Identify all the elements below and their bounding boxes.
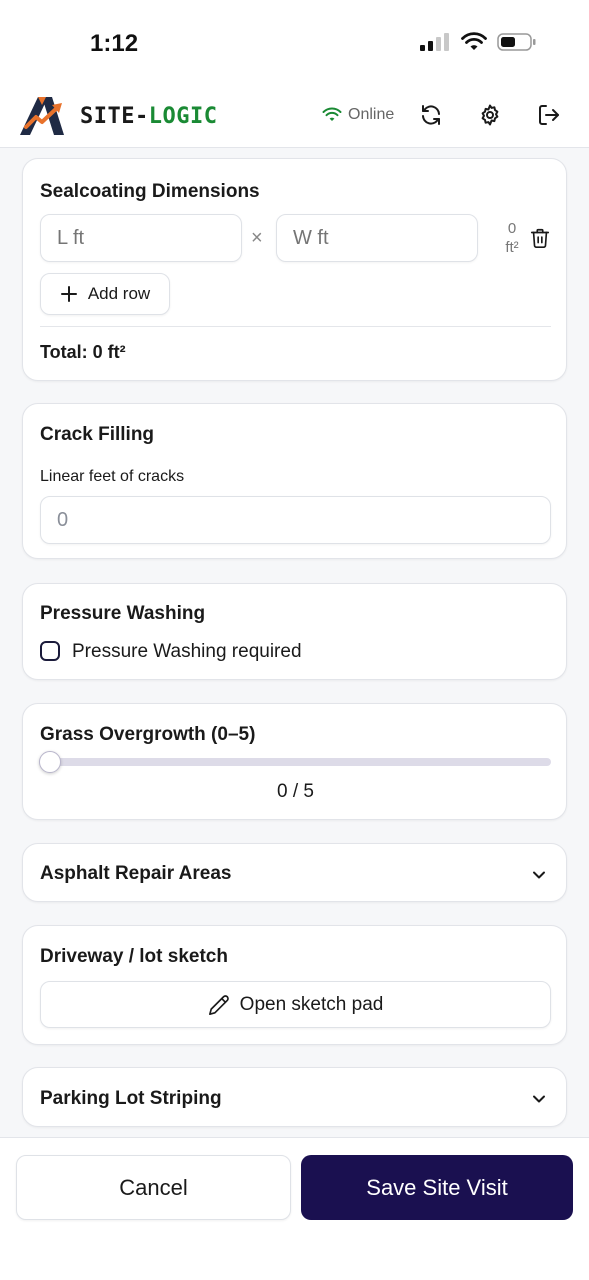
parking-striping-title: Parking Lot Striping [40, 1088, 222, 1109]
crack-filling-title: Crack Filling [40, 424, 155, 445]
logout-button[interactable] [536, 102, 562, 128]
status-bar: 1:12 [0, 0, 589, 88]
grass-overgrowth-slider-track[interactable] [40, 758, 551, 766]
settings-icon [481, 104, 499, 126]
sealcoating-title: Sealcoating Dimensions [40, 181, 260, 202]
brand-name-part1: SITE- [80, 104, 149, 129]
battery-icon [497, 33, 536, 51]
sketch-card: Driveway / lot sketch Open sketch pad [22, 925, 567, 1045]
parking-striping-card[interactable]: Parking Lot Striping [22, 1067, 567, 1127]
linear-feet-input[interactable]: 0 [40, 496, 551, 544]
open-sketch-pad-label: Open sketch pad [239, 993, 384, 1015]
grass-overgrowth-value: 0 / 5 [277, 781, 314, 802]
sync-icon [422, 105, 440, 125]
brand-name-part2: LOGIC [148, 104, 218, 129]
footer-actions: Cancel Save Site Visit [0, 1137, 589, 1280]
add-row-button[interactable]: Add row [40, 273, 170, 315]
form-scroll-area[interactable]: Sealcoating Dimensions × 0 ft² Add row T… [0, 149, 589, 1137]
pressure-washing-card: Pressure Washing Pressure Washing requir… [22, 583, 567, 680]
delete-row-button[interactable] [529, 227, 551, 249]
times-symbol: × [251, 227, 263, 249]
chevron-down-icon [533, 1095, 545, 1103]
connection-status: Online [322, 106, 394, 124]
length-input[interactable] [40, 214, 242, 262]
status-time: 1:12 [90, 30, 139, 57]
save-site-visit-button[interactable]: Save Site Visit [301, 1155, 573, 1220]
asphalt-repair-title: Asphalt Repair Areas [40, 863, 232, 884]
logout-icon [539, 105, 559, 125]
open-sketch-pad-button[interactable]: Open sketch pad [40, 981, 551, 1028]
width-input[interactable] [276, 214, 478, 262]
grass-overgrowth-card: Grass Overgrowth (0–5) 0 / 5 [22, 703, 567, 820]
plus-icon [60, 286, 77, 302]
grass-overgrowth-slider-thumb[interactable] [39, 751, 61, 773]
pencil-icon [208, 994, 229, 1015]
wifi-icon [322, 107, 342, 121]
pressure-washing-title: Pressure Washing [40, 603, 206, 624]
site-logic-logo [20, 97, 64, 135]
row-area-unit: ft² [505, 239, 519, 256]
row-area-value: 0 [507, 220, 517, 237]
cellular-signal-icon [420, 33, 449, 51]
brand-name: SITE-LOGIC [80, 104, 217, 129]
cancel-button[interactable]: Cancel [16, 1155, 291, 1220]
row-area: 0 ft² [497, 219, 527, 257]
app-header: SITE-LOGIC Online [0, 88, 589, 148]
crack-filling-card: Crack Filling Linear feet of cracks 0 [22, 403, 567, 559]
pressure-washing-checkbox-label[interactable]: Pressure Washing required [72, 641, 302, 663]
pressure-washing-checkbox[interactable] [40, 641, 60, 661]
asphalt-repair-card[interactable]: Asphalt Repair Areas [22, 843, 567, 902]
status-icons [419, 32, 537, 52]
sync-button[interactable] [418, 102, 444, 128]
wifi-status-icon [461, 32, 487, 50]
chevron-down-icon [533, 871, 545, 879]
grass-overgrowth-title: Grass Overgrowth (0–5) [40, 724, 256, 745]
sealcoating-card: Sealcoating Dimensions × 0 ft² Add row T… [22, 158, 567, 381]
settings-button[interactable] [477, 102, 503, 128]
sketch-title: Driveway / lot sketch [40, 946, 228, 967]
total-area: Total: 0 ft² [40, 342, 126, 362]
linear-feet-label: Linear feet of cracks [40, 468, 185, 485]
divider [40, 326, 551, 327]
trash-icon [530, 228, 550, 248]
connection-status-label: Online [348, 106, 395, 123]
add-row-label: Add row [87, 284, 151, 303]
